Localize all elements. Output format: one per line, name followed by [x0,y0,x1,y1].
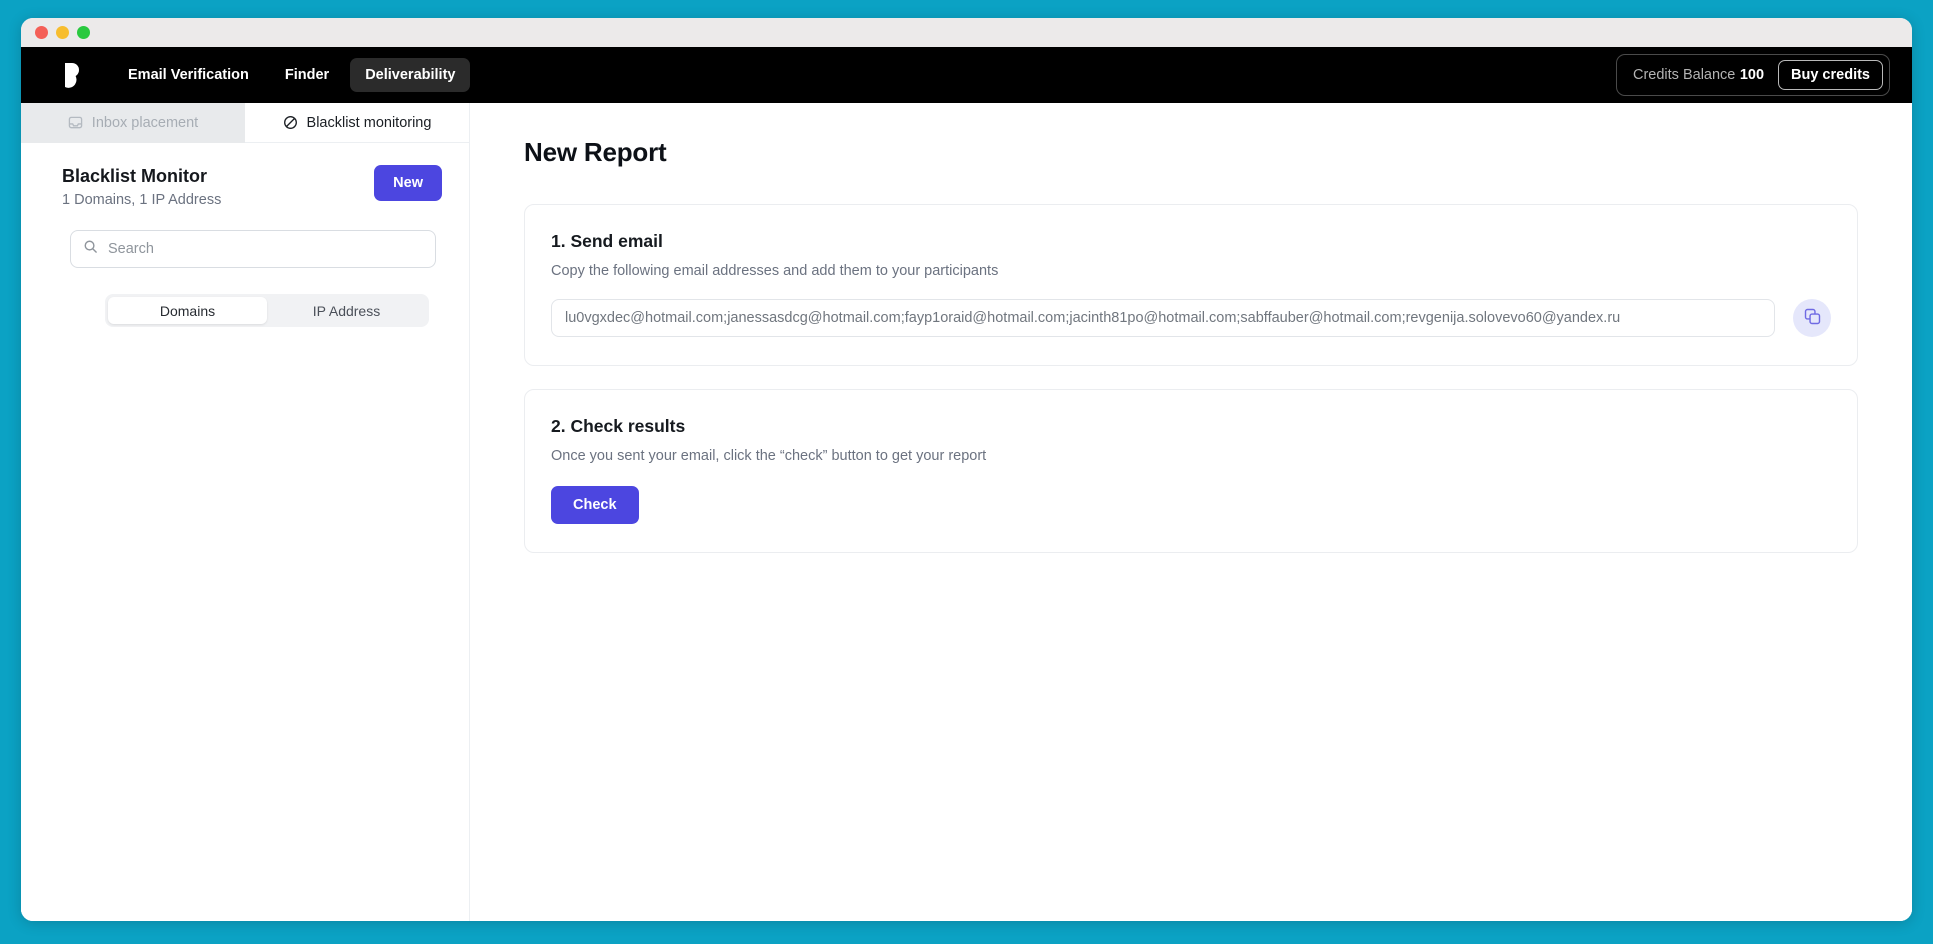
credits-balance-box: Credits Balance 100 Buy credits [1616,54,1890,96]
domains-ip-segmented-control: Domains IP Address [105,294,429,328]
subtab-inbox-placement[interactable]: Inbox placement [21,103,245,143]
sidebar: Inbox placement Blacklist monitoring Bla… [21,103,470,921]
nav-link-finder[interactable]: Finder [270,58,344,92]
app-body: Inbox placement Blacklist monitoring Bla… [21,103,1912,921]
check-results-description: Once you sent your email, click the “che… [551,448,987,464]
subtab-blacklist-monitoring-label: Blacklist monitoring [306,114,432,131]
blacklist-monitor-subtitle: 1 Domains, 1 IP Address [62,192,222,209]
email-addresses-input[interactable] [551,299,1775,337]
copy-emails-button[interactable] [1793,299,1831,337]
page-title: New Report [524,137,667,167]
subtab-blacklist-monitoring[interactable]: Blacklist monitoring [245,103,469,143]
app-window: Email Verification Finder Deliverability… [21,18,1912,921]
ban-icon [283,115,298,130]
check-results-title: 2. Check results [551,416,686,436]
maximize-window-button[interactable] [77,26,90,39]
credits-balance-label: Credits Balance [1633,67,1736,83]
nav-links: Email Verification Finder Deliverability [113,58,471,92]
search-input[interactable] [108,241,423,258]
search-icon [83,239,98,259]
blacklist-monitor-header: Blacklist Monitor 1 Domains, 1 IP Addres… [21,143,469,208]
buy-credits-button[interactable]: Buy credits [1778,60,1883,90]
close-window-button[interactable] [35,26,48,39]
email-addresses-row [551,299,1831,337]
search-field-wrapper[interactable] [70,230,436,269]
blacklist-monitor-text: Blacklist Monitor 1 Domains, 1 IP Addres… [62,165,374,208]
sidebar-subtabs: Inbox placement Blacklist monitoring [21,103,469,143]
send-email-card: 1. Send email Copy the following email a… [524,204,1858,366]
subtab-inbox-placement-label: Inbox placement [91,114,199,131]
main-content: New Report 1. Send email Copy the follow… [470,103,1912,921]
inbox-icon [68,115,83,130]
check-results-card: 2. Check results Once you sent your emai… [524,389,1858,553]
copy-icon [1804,308,1821,328]
window-titlebar [21,18,1912,47]
bouncer-logo-icon[interactable] [57,60,83,90]
nav-link-deliverability[interactable]: Deliverability [350,58,471,92]
credits-balance-text: Credits Balance 100 [1633,66,1764,84]
check-button[interactable]: Check [551,486,639,524]
send-email-description: Copy the following email addresses and a… [551,263,999,279]
segment-ip-address[interactable]: IP Address [267,297,426,324]
new-monitor-button[interactable]: New [374,165,442,201]
send-email-title: 1. Send email [551,231,663,251]
nav-link-email-verification[interactable]: Email Verification [113,58,264,92]
blacklist-monitor-title: Blacklist Monitor [62,166,208,186]
top-navigation-bar: Email Verification Finder Deliverability… [21,47,1912,103]
segment-domains[interactable]: Domains [108,297,267,325]
minimize-window-button[interactable] [56,26,69,39]
credits-balance-value: 100 [1739,67,1765,83]
